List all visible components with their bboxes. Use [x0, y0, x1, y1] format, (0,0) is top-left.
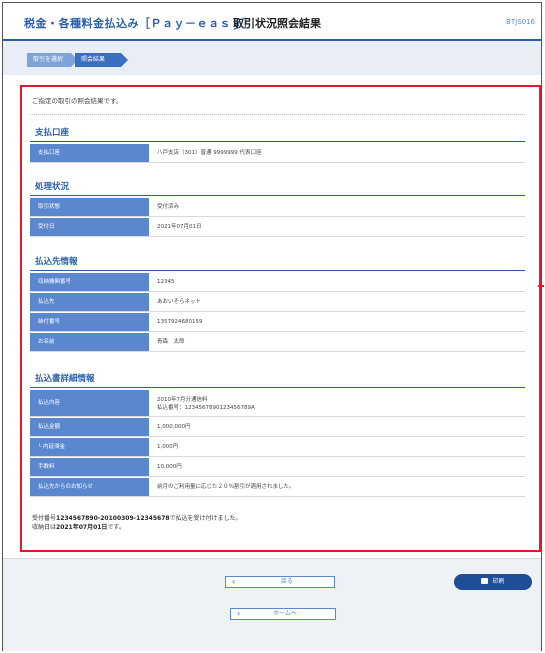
table-row: 受付日 2021年07月01日 [30, 218, 525, 237]
table-row: └ 内延滞金 1,000円 [30, 438, 525, 457]
table-row: 収納機関番号 12345 [30, 273, 525, 292]
row-value: 受付済み [157, 204, 180, 210]
row-label: 受付日 [30, 218, 149, 236]
section-rule [30, 387, 525, 388]
back-button[interactable]: ‹ 戻る [225, 576, 335, 588]
row-value: 2021年07月01日 [157, 224, 202, 230]
service-title: 税金・各種料金払込み［Ｐａｙ－ｅａｓｙ］ [24, 17, 254, 30]
row-value: 1,000,000円 [157, 424, 191, 430]
table-row: 納付番号 1357924680159 [30, 313, 525, 332]
summary-text: 収納日は [32, 524, 57, 531]
row-label: 支払口座 [30, 144, 149, 162]
print-button-label: 印刷 [492, 578, 505, 585]
page-frame: 税金・各種料金払込み［Ｐａｙ－ｅａｓｙ］ 取引状況照会結果 BTJS016 取引… [2, 2, 542, 651]
print-button[interactable]: 印刷 [454, 574, 532, 590]
back-button-label: 戻る [281, 578, 294, 585]
summary-text: で払込を受け付けました。 [169, 515, 242, 522]
row-label: 払込内容 [30, 390, 149, 416]
home-button-label: ホームへ [273, 610, 297, 617]
row-value: 12345 [157, 279, 175, 285]
row-label: 払込先 [30, 293, 149, 311]
row-label: お名前 [30, 333, 149, 351]
screen-code: BTJS016 [506, 18, 535, 26]
row-value: 1357924680159 [157, 319, 203, 325]
row-label: 収納機関番号 [30, 273, 149, 291]
step-select-transaction: 取引を選択 [27, 53, 78, 67]
row-label: └ 内延滞金 [30, 438, 149, 456]
table-row: 払込内容 2010年7月分通信料 払込番号：123456789012345678… [30, 390, 525, 417]
page-header: 税金・各種料金払込み［Ｐａｙ－ｅａｓｙ］ 取引状況照会結果 BTJS016 [3, 3, 541, 41]
button-area: ‹ 戻る 印刷 ‹ ホームへ [3, 558, 541, 651]
row-value: 2010年7月分通信料 払込番号：1234567890123456789A [157, 396, 255, 414]
row-value: 八戸支店（301）普通 9999999 代表口座 [157, 150, 262, 156]
section-title-payment-account: 支払口座 [35, 128, 70, 138]
row-label: 取引状態 [30, 198, 149, 216]
completion-message: 受付番号1234567890-20100309-12345678で払込を受け付け… [32, 514, 242, 532]
section-title-status: 処理状況 [35, 182, 70, 192]
progress-steps: 取引を選択 照会結果 [3, 41, 541, 75]
section-title-payee: 払込先情報 [35, 257, 78, 267]
table-row: 払込金額 1,000,000円 [30, 418, 525, 437]
row-label: 払込先からのお知らせ [30, 478, 149, 496]
section-rule [30, 195, 525, 196]
home-button[interactable]: ‹ ホームへ [230, 608, 336, 620]
printer-icon [481, 577, 489, 584]
table-row: 手数料 10,000円 [30, 458, 525, 477]
receipt-number: 1234567890-20100309-12345678 [56, 515, 170, 522]
intro-text: ご指定の取引の照会結果です。 [32, 97, 123, 105]
table-row: 払込先 あおいそらネット [30, 293, 525, 312]
page-title: 取引状況照会結果 [233, 17, 321, 30]
section-rule [30, 270, 525, 271]
chevron-left-icon: ‹ [237, 609, 241, 618]
table-row: 取引状態 受付済み [30, 198, 525, 217]
table-row: お名前 青森 太郎 [30, 333, 525, 352]
chevron-left-icon: ‹ [232, 577, 236, 586]
table-row: 払込先からのお知らせ 前月のご利用量に応じた２０％割引が適用されました。 [30, 478, 525, 497]
row-value: 前月のご利用量に応じた２０％割引が適用されました。 [157, 484, 295, 490]
receipt-date: 2021年07月01日 [56, 524, 108, 531]
table-row: 支払口座 八戸支店（301）普通 9999999 代表口座 [30, 144, 525, 163]
row-value: 10,000円 [157, 464, 182, 470]
callout-marker [538, 285, 544, 287]
row-label: 納付番号 [30, 313, 149, 331]
result-panel: ご指定の取引の照会結果です。 支払口座 支払口座 八戸支店（301）普通 999… [20, 85, 541, 552]
row-value: 1,000円 [157, 444, 179, 450]
section-title-details: 払込書詳細情報 [35, 374, 95, 384]
row-label: 手数料 [30, 458, 149, 476]
row-label: 払込金額 [30, 418, 149, 436]
row-value-line: 2010年7月分通信料 [157, 397, 208, 403]
summary-text: 受付番号 [32, 515, 57, 522]
step-inquiry-result: 照会結果 [75, 53, 128, 67]
divider [30, 114, 525, 115]
row-value: あおいそらネット [157, 299, 202, 305]
row-value-line: 払込番号：1234567890123456789A [157, 405, 255, 411]
summary-text: です。 [107, 524, 125, 531]
section-rule [30, 141, 525, 142]
row-value: 青森 太郎 [157, 339, 185, 345]
